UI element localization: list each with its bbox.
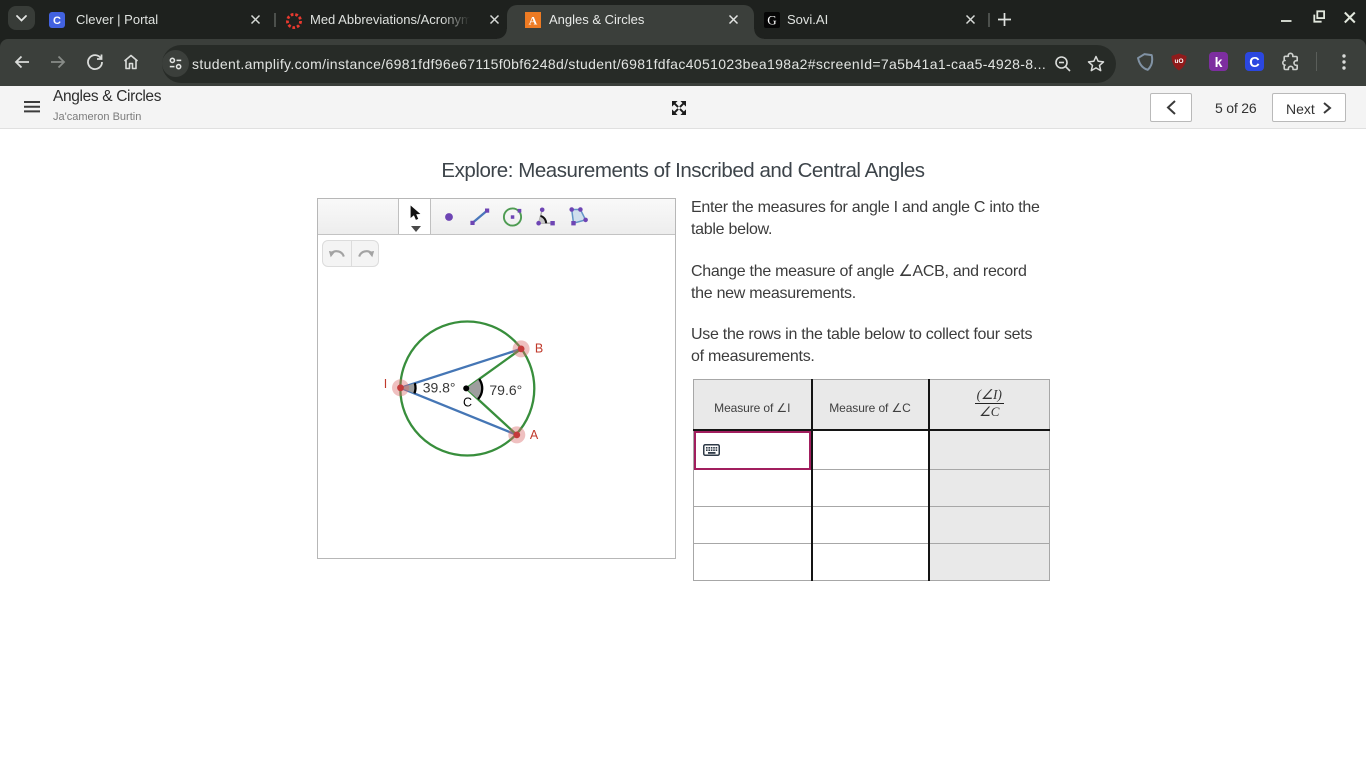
svg-text:uO: uO <box>1174 58 1183 65</box>
svg-text:C: C <box>1249 55 1260 71</box>
svg-text:C: C <box>53 15 61 27</box>
svg-text:I: I <box>384 377 387 391</box>
svg-text:C: C <box>463 396 472 410</box>
svg-text:A: A <box>529 14 538 28</box>
svg-text:79.6°: 79.6° <box>489 382 522 398</box>
svg-text:A: A <box>530 428 539 442</box>
svg-text:k: k <box>1215 54 1223 70</box>
svg-text:B: B <box>535 341 543 355</box>
svg-text:G: G <box>767 13 776 28</box>
svg-text:39.8°: 39.8° <box>423 379 456 395</box>
